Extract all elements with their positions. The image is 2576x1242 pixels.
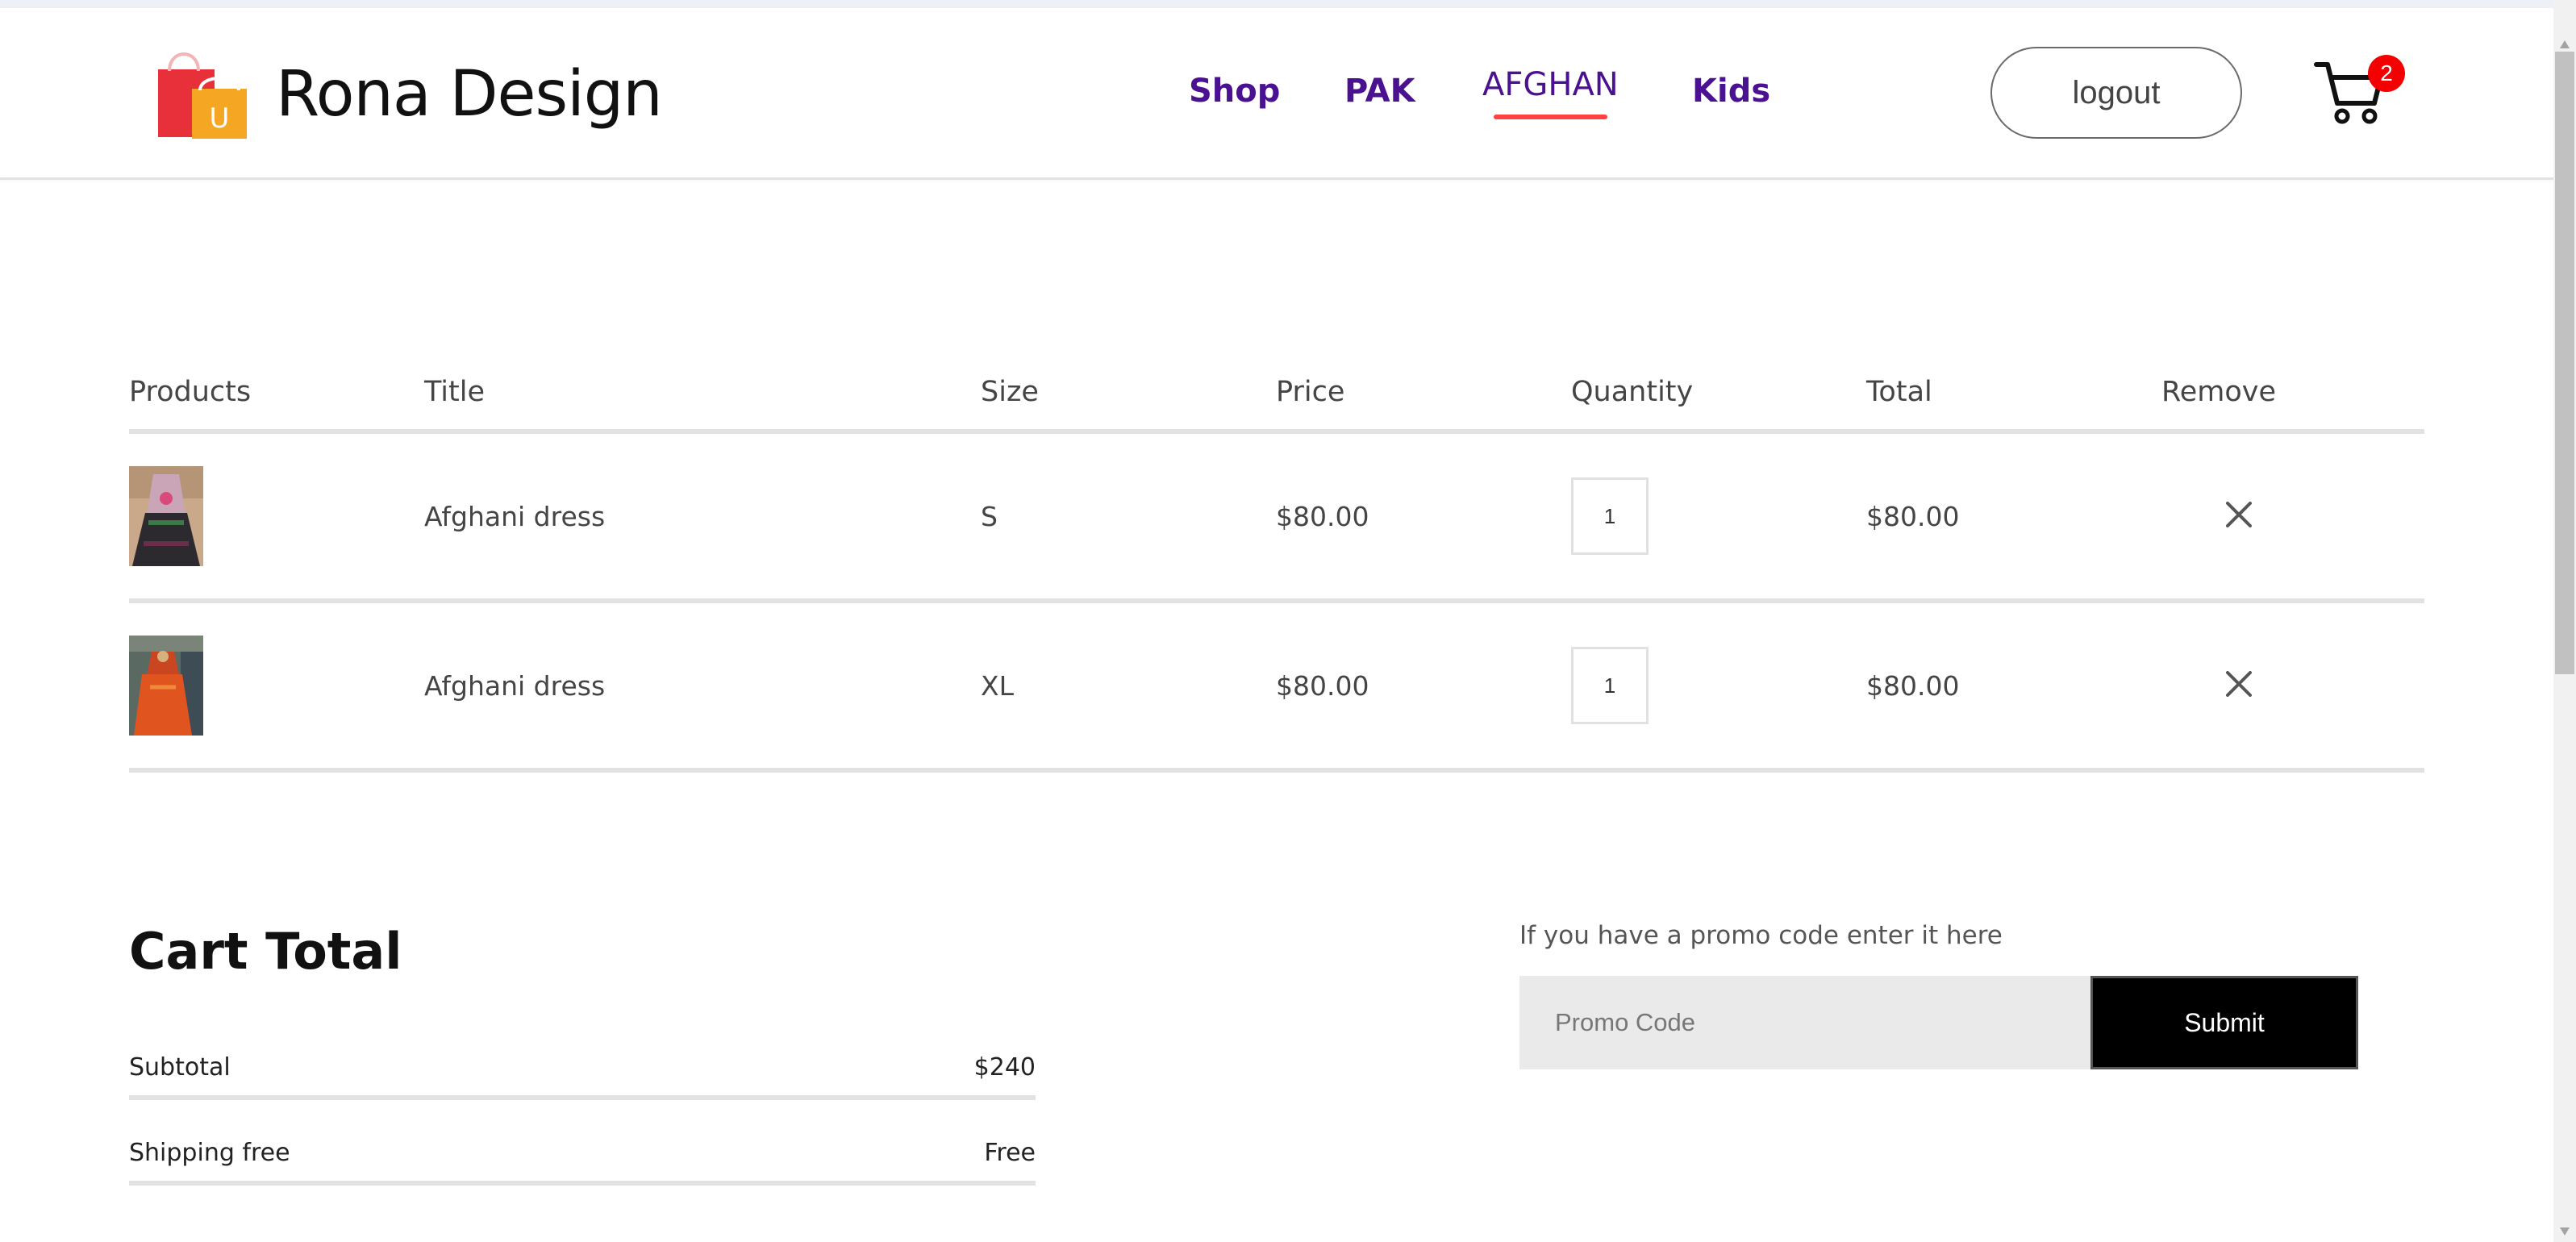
nav-link-kids[interactable]: Kids xyxy=(1692,73,1770,110)
nav-link-afghan[interactable]: AFGHAN xyxy=(1482,66,1619,119)
scroll-up-arrow-icon[interactable] xyxy=(2560,40,2570,48)
vertical-scrollbar[interactable] xyxy=(2553,0,2576,1242)
subtotal-line: Subtotal $240 xyxy=(129,1015,1036,1100)
remove-cell xyxy=(2161,668,2424,704)
promo-form: Submit xyxy=(1519,976,2358,1069)
item-price: $80.00 xyxy=(1276,500,1369,532)
item-total: $80.00 xyxy=(1866,669,1960,702)
cart-total-section: Cart Total Subtotal $240 Shipping free F… xyxy=(129,919,1036,1186)
column-header-remove: Remove xyxy=(2161,376,2277,408)
product-image-cell xyxy=(129,466,424,566)
product-image-cell xyxy=(129,636,424,736)
svg-text:U: U xyxy=(210,102,230,135)
column-header-products: Products xyxy=(129,376,252,408)
item-title: Afghani dress xyxy=(424,500,606,532)
cart-item-row: Afghani dress S $80.00 $80.00 xyxy=(129,434,2424,603)
top-border xyxy=(0,0,2553,8)
cart-count-badge: 2 xyxy=(2368,55,2405,92)
cart-table: Products Title Size Price Quantity Total… xyxy=(129,355,2424,773)
item-size: S xyxy=(981,500,998,532)
item-size: XL xyxy=(981,669,1014,702)
quantity-input[interactable] xyxy=(1571,477,1649,555)
shipping-label: Shipping free xyxy=(129,1138,290,1167)
item-price: $80.00 xyxy=(1276,669,1369,702)
cart-item-row: Afghani dress XL $80.00 $80.00 xyxy=(129,603,2424,773)
promo-code-input[interactable] xyxy=(1519,976,2090,1069)
logout-button[interactable]: logout xyxy=(1990,47,2242,139)
cart-total-heading: Cart Total xyxy=(129,922,402,981)
product-thumbnail[interactable] xyxy=(129,636,203,736)
nav-link-afghan-label: AFGHAN xyxy=(1482,66,1619,103)
navbar: U Rona Design Shop PAK AFGHAN Kids logou… xyxy=(0,8,2553,180)
cart-button[interactable]: 2 xyxy=(2313,55,2405,129)
page: U Rona Design Shop PAK AFGHAN Kids logou… xyxy=(0,0,2553,1242)
column-header-total: Total xyxy=(1866,376,1932,408)
item-total: $80.00 xyxy=(1866,500,1960,532)
column-header-price: Price xyxy=(1276,376,1345,408)
product-thumbnail[interactable] xyxy=(129,466,203,566)
remove-cell xyxy=(2161,498,2424,535)
brand-name: Rona Design xyxy=(276,58,663,131)
brand-logo[interactable]: U Rona Design xyxy=(153,47,663,142)
scrollbar-thumb[interactable] xyxy=(2555,52,2574,674)
cart-table-header: Products Title Size Price Quantity Total… xyxy=(129,355,2424,434)
promo-section: If you have a promo code enter it here S… xyxy=(1519,919,2358,1069)
quantity-cell xyxy=(1571,477,1866,555)
promo-submit-button[interactable]: Submit xyxy=(2090,976,2358,1069)
subtotal-value: $240 xyxy=(973,1052,1036,1082)
scroll-down-arrow-icon[interactable] xyxy=(2560,1227,2570,1236)
shipping-line: Shipping free Free xyxy=(129,1100,1036,1186)
column-header-title: Title xyxy=(424,376,486,408)
quantity-cell xyxy=(1571,647,1866,724)
close-icon[interactable] xyxy=(2223,668,2255,700)
shipping-value: Free xyxy=(984,1138,1036,1167)
column-header-size: Size xyxy=(981,376,1039,408)
nav-link-shop[interactable]: Shop xyxy=(1189,73,1280,110)
nav-link-pak[interactable]: PAK xyxy=(1344,73,1415,110)
promo-prompt: If you have a promo code enter it here xyxy=(1519,921,2003,950)
active-nav-underline xyxy=(1494,115,1607,119)
shopping-bag-icon: U xyxy=(158,52,247,139)
column-header-quantity: Quantity xyxy=(1571,376,1694,408)
subtotal-label: Subtotal xyxy=(129,1052,231,1082)
item-title: Afghani dress xyxy=(424,669,606,702)
quantity-input[interactable] xyxy=(1571,647,1649,724)
close-icon[interactable] xyxy=(2223,498,2255,531)
